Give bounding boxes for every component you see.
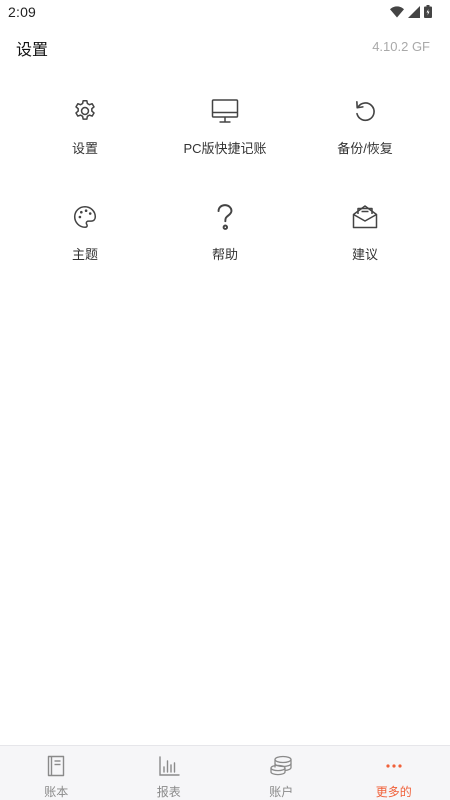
menu-item-label: 备份/恢复 [337,141,393,156]
menu-item-label: 建议 [351,247,378,262]
menu-item-label: 主题 [71,247,98,262]
nav-item-books[interactable]: 账本 [0,746,113,800]
status-icons [390,5,432,18]
more-dots-icon [382,754,406,778]
monitor-icon [210,96,240,126]
wifi-icon [390,5,404,18]
app-version: 4.10.2 GF [372,39,430,54]
coins-icon [269,754,293,778]
nav-item-reports[interactable]: 报表 [113,746,226,800]
gear-icon [70,96,100,126]
restore-icon [350,96,380,126]
status-time: 2:09 [8,4,37,20]
nav-item-accounts[interactable]: 账户 [225,746,338,800]
book-icon [44,754,68,778]
menu-item-feedback[interactable]: 建议 [295,196,435,266]
menu-grid: 设置 PC版快捷记账 备份/恢复 主题 帮助 建议 [15,90,435,266]
menu-item-help[interactable]: 帮助 [155,196,295,266]
bar-chart-icon [157,754,181,778]
signal-icon [408,5,420,18]
menu-item-settings[interactable]: 设置 [15,90,155,160]
nav-item-more[interactable]: 更多的 [338,746,450,800]
menu-item-label: PC版快捷记账 [183,141,267,156]
palette-icon [70,202,100,232]
menu-item-theme[interactable]: 主题 [15,196,155,266]
bottom-nav: 账本 报表 账户 更多的 [0,745,450,800]
nav-label: 报表 [156,785,181,799]
page-title: 设置 [16,42,49,59]
menu-item-pc-quick-entry[interactable]: PC版快捷记账 [155,90,295,160]
nav-label: 账本 [44,785,69,799]
menu-item-label: 设置 [71,141,98,156]
menu-item-label: 帮助 [211,247,238,262]
header: 设置 4.10.2 GF [0,32,450,62]
nav-label: 账户 [269,785,294,799]
battery-icon [424,5,432,18]
question-icon [210,202,240,232]
nav-label: 更多的 [375,785,412,799]
mail-open-icon [350,202,380,232]
menu-item-backup-restore[interactable]: 备份/恢复 [295,90,435,160]
status-bar: 2:09 [0,0,450,24]
